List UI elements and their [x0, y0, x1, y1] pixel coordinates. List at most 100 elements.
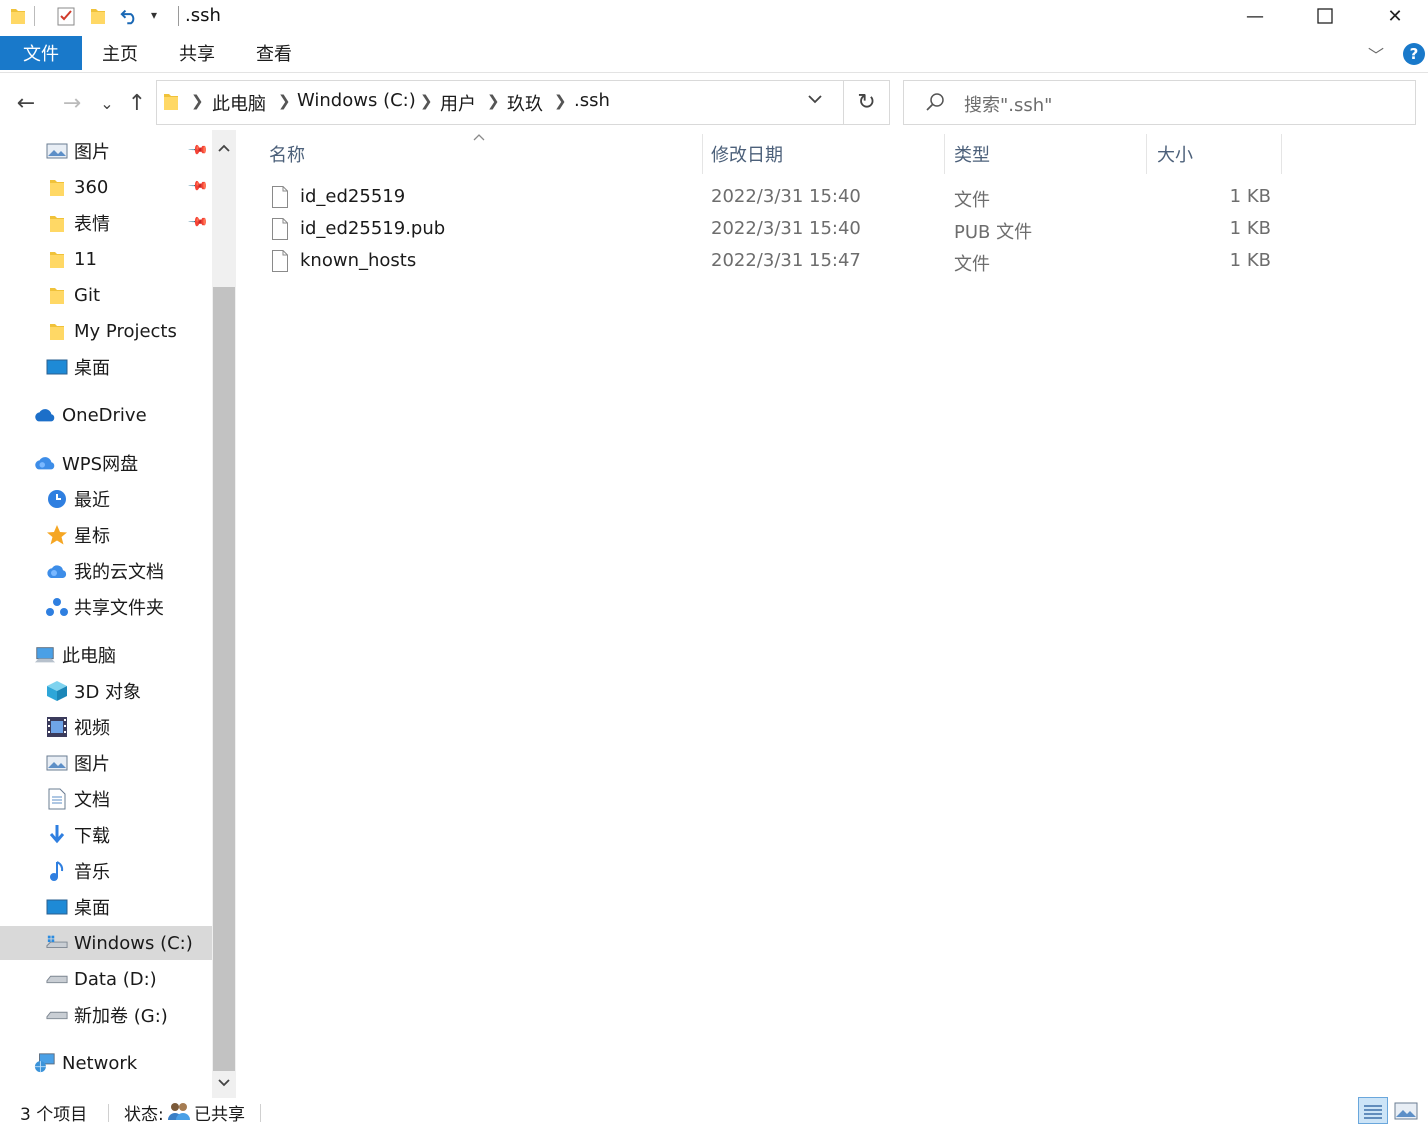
file-row[interactable]: known_hosts 2022/3/31 15:47 文件 1 KB [268, 246, 1280, 278]
column-divider[interactable] [944, 134, 945, 174]
search-icon [925, 92, 944, 111]
sidebar-item-label: 文档 [74, 790, 110, 811]
sidebar-item-360[interactable]: 360 📌 [0, 170, 212, 204]
details-view-button[interactable] [1358, 1097, 1388, 1124]
new-folder-icon[interactable] [88, 5, 108, 27]
pin-icon[interactable]: 📌 [187, 211, 209, 233]
file-icon [272, 250, 288, 272]
sidebar-item-starred[interactable]: 星标 [0, 518, 212, 552]
file-date: 2022/3/31 15:40 [711, 218, 861, 239]
desktop-icon [46, 897, 68, 917]
sidebar-item-desktop-pc[interactable]: 桌面 [0, 890, 212, 924]
sidebar-item-pictures-pinned[interactable]: 图片 📌 [0, 134, 212, 168]
breadcrumb-c-drive[interactable]: Windows (C:) [297, 90, 416, 111]
sidebar-item-this-pc[interactable]: 此电脑 [0, 638, 212, 672]
sidebar-item-label: 新加卷 (G:) [74, 1006, 168, 1027]
qa-customize-icon[interactable]: ▾ [151, 8, 157, 22]
column-divider[interactable] [702, 134, 703, 174]
sidebar-item-label: 表情 [74, 214, 110, 235]
breadcrumb-chevron-icon[interactable]: ❯ [420, 92, 433, 110]
scroll-down-icon[interactable] [212, 1072, 236, 1094]
large-icons-view-button[interactable] [1392, 1097, 1422, 1124]
file-date: 2022/3/31 15:47 [711, 250, 861, 271]
breadcrumb-users[interactable]: 用户 [440, 90, 476, 116]
sidebar-item-label: 11 [74, 248, 97, 270]
pin-icon[interactable]: 📌 [187, 175, 209, 197]
pin-icon[interactable]: 📌 [187, 139, 209, 161]
column-header-date[interactable]: 修改日期 [711, 140, 783, 168]
column-header-name[interactable]: 名称 [269, 140, 305, 168]
music-icon [46, 861, 68, 881]
sidebar-item-videos[interactable]: 视频 [0, 710, 212, 744]
back-button[interactable]: ← [12, 88, 40, 118]
sidebar-scrollbar-thumb[interactable] [213, 287, 235, 1071]
sidebar-item-downloads[interactable]: 下载 [0, 818, 212, 852]
file-name[interactable]: known_hosts [300, 250, 416, 271]
maximize-button[interactable] [1290, 0, 1360, 32]
sidebar-item-music[interactable]: 音乐 [0, 854, 212, 888]
column-header-type[interactable]: 类型 [954, 140, 990, 168]
star-icon [46, 525, 68, 545]
file-type: 文件 [954, 190, 990, 211]
expand-ribbon-icon[interactable]: ﹀ [1368, 42, 1384, 66]
sidebar-item-desktop[interactable]: 桌面 [0, 350, 212, 384]
file-date: 2022/3/31 15:40 [711, 186, 861, 207]
download-icon [46, 825, 68, 845]
sidebar-item-g-drive[interactable]: 新加卷 (G:) [0, 998, 212, 1032]
column-divider[interactable] [1146, 134, 1147, 174]
sidebar-item-network[interactable]: Network [0, 1046, 212, 1080]
file-name[interactable]: id_ed25519 [300, 186, 405, 207]
folder-icon [46, 177, 68, 197]
file-name[interactable]: id_ed25519.pub [300, 218, 445, 239]
file-row[interactable]: id_ed25519.pub 2022/3/31 15:40 PUB 文件 1 … [268, 214, 1280, 246]
sidebar-item-emoji[interactable]: 表情 📌 [0, 206, 212, 240]
column-header-size[interactable]: 大小 [1157, 140, 1193, 168]
sidebar-item-wps[interactable]: WPS网盘 [0, 446, 212, 480]
refresh-button[interactable]: ↻ [844, 80, 890, 125]
breadcrumb-user[interactable]: 玖玖 [507, 90, 543, 116]
search-input[interactable]: 搜索".ssh" [964, 91, 1052, 117]
breadcrumb-chevron-icon[interactable]: ❯ [554, 92, 567, 110]
sidebar-item-my-cloud-docs[interactable]: 我的云文档 [0, 554, 212, 588]
undo-icon[interactable] [120, 5, 140, 27]
sidebar-item-recent[interactable]: 最近 [0, 482, 212, 516]
scroll-up-icon[interactable] [212, 137, 236, 159]
sidebar-item-label: 星标 [74, 526, 110, 547]
tab-view[interactable]: 查看 [256, 36, 292, 70]
help-icon[interactable]: ? [1403, 43, 1425, 65]
status-divider [260, 1104, 261, 1122]
folder-icon [46, 249, 68, 269]
sidebar-item-c-drive[interactable]: Windows (C:) [0, 926, 212, 960]
minimize-button[interactable]: — [1220, 0, 1290, 32]
tab-home[interactable]: 主页 [102, 36, 138, 70]
tab-share[interactable]: 共享 [179, 36, 215, 70]
up-button[interactable]: ↑ [123, 88, 151, 118]
file-row[interactable]: id_ed25519 2022/3/31 15:40 文件 1 KB [268, 182, 1280, 214]
breadcrumb-this-pc[interactable]: 此电脑 [212, 90, 266, 116]
folder-icon [8, 5, 28, 27]
sidebar-item-git[interactable]: Git [0, 278, 212, 312]
breadcrumb-chevron-icon[interactable]: ❯ [191, 92, 204, 110]
column-divider[interactable] [1281, 134, 1282, 174]
tab-file[interactable]: 文件 [0, 36, 82, 70]
breadcrumb-chevron-icon[interactable]: ❯ [278, 92, 291, 110]
address-dropdown-icon[interactable] [808, 92, 822, 108]
sidebar-item-pictures[interactable]: 图片 [0, 746, 212, 780]
sidebar-item-onedrive[interactable]: OneDrive [0, 398, 212, 432]
breadcrumb-chevron-icon[interactable]: ❯ [487, 92, 500, 110]
sidebar-item-3d-objects[interactable]: 3D 对象 [0, 674, 212, 708]
sidebar-item-my-projects[interactable]: My Projects [0, 314, 212, 348]
recent-locations-button[interactable]: ⌄ [93, 88, 121, 118]
sidebar-item-documents[interactable]: 文档 [0, 782, 212, 816]
close-button[interactable]: ✕ [1360, 0, 1428, 32]
sidebar-item-d-drive[interactable]: Data (D:) [0, 962, 212, 996]
breadcrumb-ssh[interactable]: .ssh [574, 90, 610, 111]
sidebar-item-11[interactable]: 11 [0, 242, 212, 276]
forward-button[interactable]: → [58, 88, 86, 118]
sidebar-item-label: Data (D:) [74, 968, 157, 990]
properties-icon[interactable] [56, 5, 76, 27]
document-icon [46, 788, 68, 810]
sidebar-item-shared-folders[interactable]: 共享文件夹 [0, 590, 212, 624]
clock-icon [46, 489, 68, 509]
sidebar-item-label: 此电脑 [62, 646, 116, 667]
